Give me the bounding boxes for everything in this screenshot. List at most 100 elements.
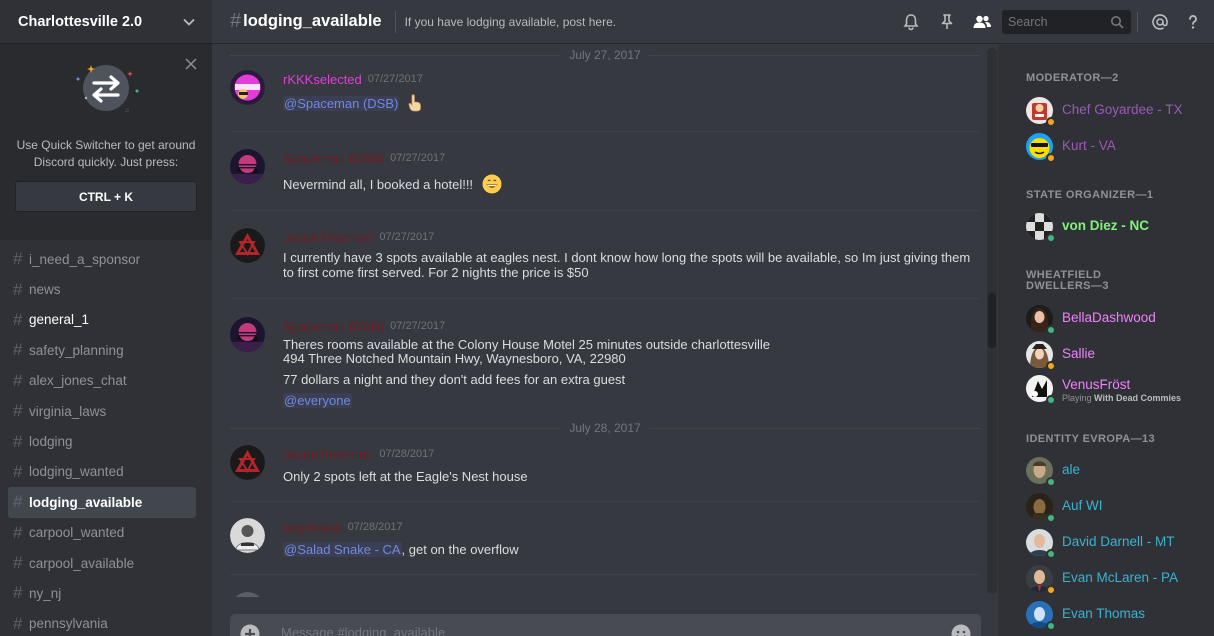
date-divider: July 28, 2017 [230,419,980,437]
message-separator [230,210,980,211]
message-text: 77 dollars a night and they don't add fe… [283,372,626,387]
member-item[interactable]: Kurt - VA [1026,133,1206,165]
mentions-icon[interactable] [1151,13,1169,31]
search-placeholder: Search [1008,15,1048,29]
avatar[interactable] [230,518,265,553]
avatar[interactable] [230,70,265,105]
pin-icon[interactable] [938,13,956,31]
message-author[interactable]: rKKKselected [283,72,362,87]
member-group-header-line2: DWELLERS—3 [1026,280,1109,292]
channel-item[interactable]: # pennsylvania [8,609,196,636]
channel-item[interactable]: # lodging_wanted [8,457,196,487]
header-divider-right [1137,12,1138,32]
channel-item[interactable]: # safety_planning [8,335,196,365]
avatar[interactable] [230,445,265,480]
member-name: David Darnell - MT [1062,534,1175,549]
channel-item[interactable]: # lodging_available [8,487,196,518]
quick-switcher-illustration-icon: :: [76,65,139,114]
channel-hash-icon: # [13,279,23,299]
svg-text:::: :: [125,107,129,114]
upload-plus-icon[interactable] [240,624,260,636]
message-separator [230,131,980,132]
member-item[interactable]: von Diez - NC [1026,213,1206,245]
server-name: Charlottesville 2.0 [18,13,143,30]
user-mention[interactable]: @Salad Snake - CA [283,542,402,557]
message: Jacob Freeman 07/28/2017 Only 2 spots lef… [230,445,980,484]
message-author[interactable]: Jacob Freeman [283,447,373,462]
message-author[interactable]: negronaut [283,520,342,535]
channel-name: alex_jones_chat [29,373,127,389]
message-timestamp: 07/27/2017 [390,320,446,332]
channel-hash-icon: # [13,249,23,269]
avatar[interactable] [230,228,265,263]
member-list: MODERATOR—2 Chef Goyardee - TX Kurt - VA… [998,45,1214,636]
member-item[interactable]: Evan McLaren - PA [1026,565,1206,597]
channel-item[interactable]: # carpool_available [8,548,196,578]
bell-icon[interactable] [902,13,920,31]
avatar[interactable] [230,149,265,184]
channel-name: lodging [29,434,73,450]
chevron-down-icon [183,18,195,26]
quick-switcher-text: Use Quick Switcher to get around Discord… [0,137,212,171]
message: Spaceman (DSB) 07/27/2017 Nevermind all, … [230,149,980,197]
quick-switcher-shortcut: CTRL + K [15,181,197,212]
member-item[interactable]: David Darnell - MT [1026,529,1206,561]
avatar[interactable] [230,592,265,597]
channel-name: carpool_available [29,555,135,571]
member-item[interactable]: Sallie [1026,341,1206,373]
avatar [1026,213,1056,243]
close-icon[interactable] [185,58,197,70]
channel-name: ny_nj [29,585,62,601]
channel-item[interactable]: # news [8,274,196,304]
channel-item[interactable]: # i_need_a_sponsor [8,244,196,274]
everyone-mention[interactable]: @everyone [283,393,352,408]
member-item[interactable]: Chef Goyardee - TX [1026,97,1206,129]
member-item[interactable]: Evan Thomas [1026,601,1206,633]
channel-list: # i_need_a_sponsor # news # general_1 # safety_… [0,240,212,636]
help-icon[interactable] [1184,13,1202,31]
message-author[interactable]: Spaceman (DSB) [283,319,384,334]
channel-item[interactable]: # lodging [8,426,196,456]
status-indicator [1046,513,1056,523]
message-author[interactable]: Spaceman (DSB) [283,151,384,166]
message: Jacob Freeman 07/27/2017 I currently have… [230,228,980,280]
status-indicator [1046,233,1056,243]
avatar [1026,529,1056,559]
status-indicator [1046,325,1056,335]
member-item[interactable]: ale [1026,457,1206,489]
emoji-picker-icon[interactable] [951,624,971,636]
message-input[interactable]: Message #lodging_available [230,614,981,636]
channel-sidebar: Charlottesville 2.0 :: Use Quick Switche… [0,0,212,636]
channel-item[interactable]: # general_1 [8,305,196,335]
channel-name: lodging_available [29,494,143,510]
member-item[interactable]: Auf WI [1026,493,1206,525]
channel-item[interactable]: # ny_nj [8,578,196,608]
status-indicator [1046,477,1056,487]
quick-switcher-text-line1: Use Quick Switcher to get around [16,138,196,152]
channel-name: lodging_wanted [29,464,124,480]
search-icon [1111,16,1124,29]
member-activity-prefix: Playing [1062,393,1092,403]
message: negronaut 07/28/2017 @Salad Snake - CA, g… [230,518,980,557]
channel-item[interactable]: # virginia_laws [8,396,196,426]
search-input[interactable]: Search [1002,10,1131,34]
avatar [1026,305,1056,335]
message-author[interactable]: Jacob Freeman [283,230,373,245]
channel-topic: If you have lodging available, post here… [404,14,617,29]
member-item[interactable]: VenusFröst Playing With Dead Commies [1026,375,1206,407]
channel-name: safety_planning [29,342,124,358]
status-indicator [1046,395,1056,405]
channel-item[interactable]: # carpool_wanted [8,518,196,548]
member-name: Auf WI [1062,498,1103,513]
user-mention[interactable]: @Spaceman (DSB) [283,96,400,111]
message-scrollbar-thumb[interactable] [988,293,996,348]
date-divider-label: July 28, 2017 [569,421,641,435]
date-divider: July 27, 2017 [230,46,980,64]
member-name: ale [1062,462,1081,477]
members-list-icon[interactable] [972,13,992,31]
member-item[interactable]: BellaDashwood [1026,305,1206,337]
server-header[interactable]: Charlottesville 2.0 [0,0,212,44]
channel-hash-icon: # [13,401,23,421]
channel-item[interactable]: # alex_jones_chat [8,366,196,396]
avatar[interactable] [230,317,265,352]
